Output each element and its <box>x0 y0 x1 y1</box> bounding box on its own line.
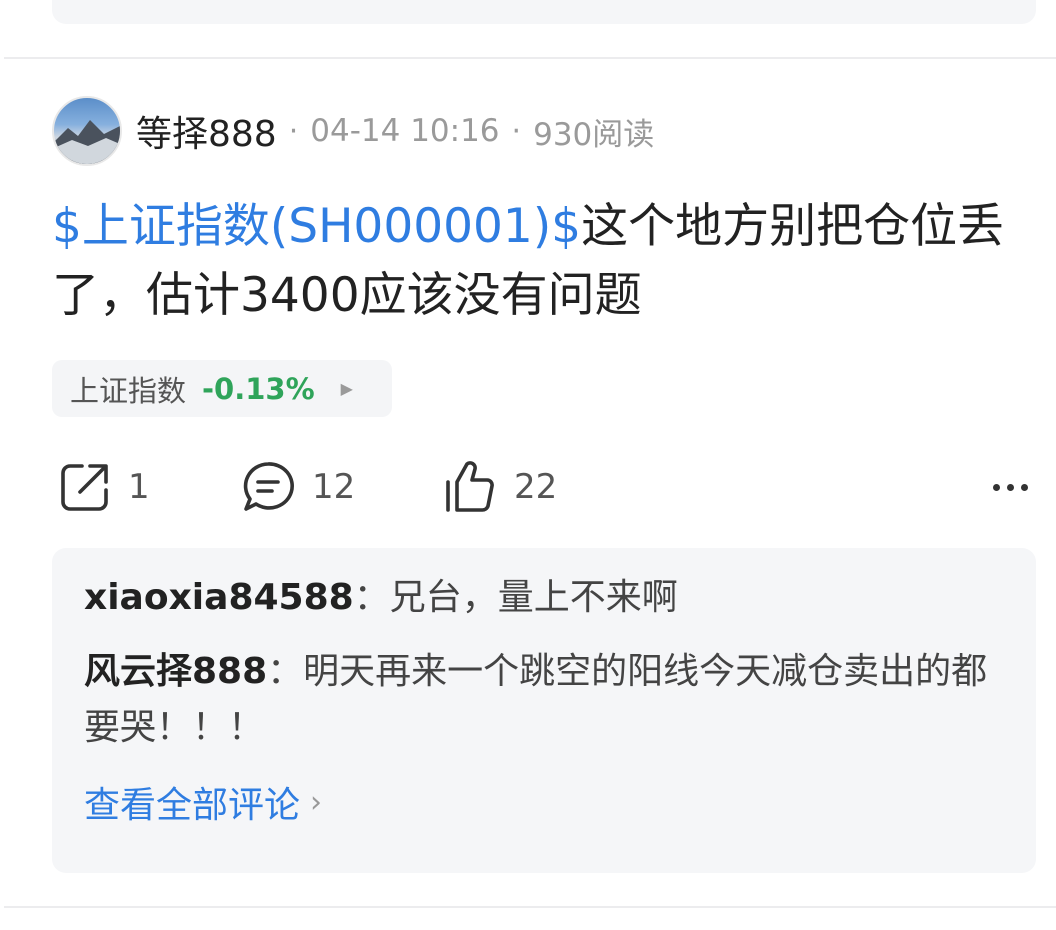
view-all-comments-link[interactable]: 查看全部评论 › <box>84 776 1004 828</box>
like-count: 22 <box>514 467 558 507</box>
avatar[interactable] <box>52 96 122 166</box>
comment-item[interactable]: 风云择888：明天再来一个跳空的阳线今天减仓卖出的都要哭！！！ <box>84 644 1004 756</box>
divider <box>4 57 1056 59</box>
more-dot <box>993 483 1000 491</box>
share-icon <box>61 464 108 511</box>
thumbs-up-icon <box>446 461 494 512</box>
comment-text: 兄台，量上不来啊 <box>389 577 678 618</box>
post-body: $上证指数(SH000001)$这个地方别把仓位丢了，估计3400应该没有问题 <box>52 192 1027 330</box>
author-row: 等择888 · 04-14 10:16 · 930阅读 <box>52 96 654 166</box>
comment-icon <box>243 462 294 511</box>
comment-button[interactable]: 12 <box>240 458 355 516</box>
share-button[interactable]: 1 <box>58 458 150 516</box>
read-count: 930阅读 <box>533 116 655 153</box>
author-name[interactable]: 等择888 <box>136 105 277 157</box>
comments-preview: xiaoxia84588：兄台，量上不来啊 风云择888：明天再来一个跳空的阳线… <box>52 548 1036 873</box>
meta-separator: · <box>511 113 522 149</box>
more-icon[interactable] <box>993 458 1028 516</box>
stock-mention-link[interactable]: $上证指数(SH000001)$ <box>52 199 581 254</box>
post-date: 04-14 10:16 <box>310 113 500 149</box>
action-bar: 1 12 22 <box>0 458 1056 516</box>
stock-tag-chip[interactable]: 上证指数 -0.13% ▶ <box>52 360 392 417</box>
more-dot <box>1007 483 1014 491</box>
meta-separator: · <box>288 113 299 149</box>
comment-colon: ： <box>353 577 390 618</box>
comment-colon: ： <box>267 651 304 692</box>
chevron-right-icon: › <box>310 784 323 820</box>
commenter-name[interactable]: xiaoxia84588 <box>84 577 354 618</box>
like-button[interactable]: 22 <box>440 458 557 516</box>
stock-tag-name: 上证指数 <box>70 373 187 408</box>
commenter-name[interactable]: 风云择888 <box>84 651 267 692</box>
more-dot <box>1021 483 1028 491</box>
view-all-label: 查看全部评论 <box>84 785 301 826</box>
comment-count: 12 <box>312 467 356 507</box>
comment-item[interactable]: xiaoxia84588：兄台，量上不来啊 <box>84 570 1004 626</box>
divider <box>4 906 1056 908</box>
mountain-avatar-icon <box>54 120 120 164</box>
play-arrow-icon: ▶ <box>340 379 353 398</box>
share-count: 1 <box>128 467 150 507</box>
previous-card-bottom <box>52 0 1036 24</box>
stock-tag-change: -0.13% <box>202 371 315 406</box>
